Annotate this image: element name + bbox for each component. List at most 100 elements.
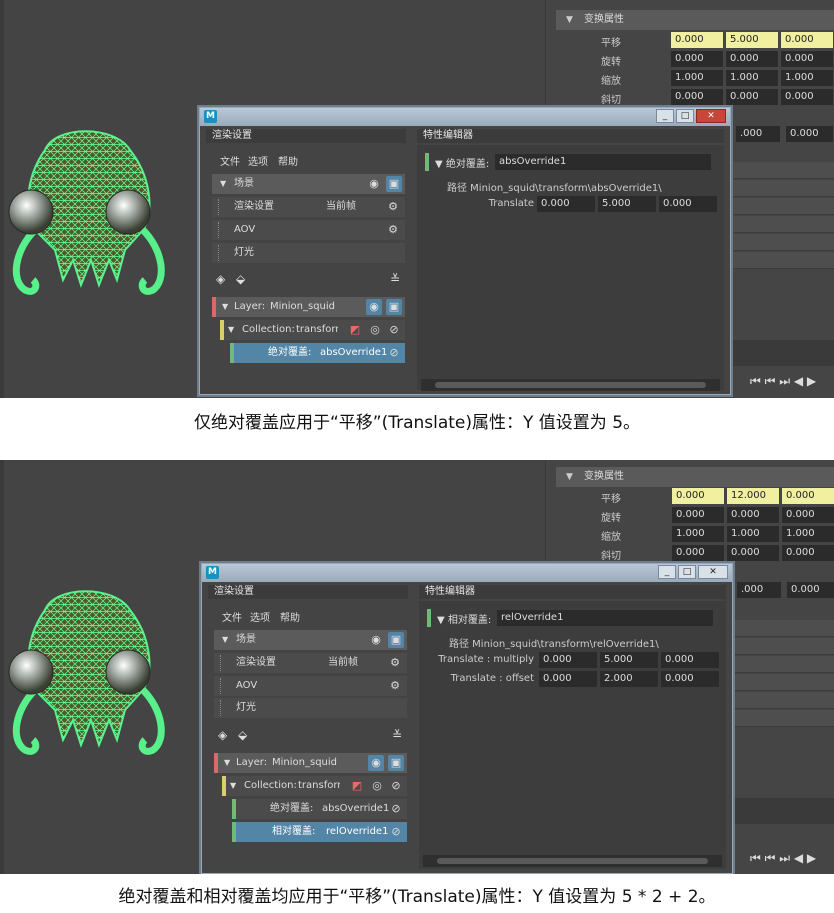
solo-icon[interactable]: ◎ bbox=[367, 322, 383, 338]
collection-row[interactable]: ▼ Collection: transform ◩ ◎ ⊘ bbox=[222, 776, 407, 796]
scale-y-field[interactable]: 1.000 bbox=[727, 526, 779, 542]
translate-y-field[interactable]: 5.000 bbox=[598, 196, 656, 212]
render-icon[interactable]: ▣ bbox=[388, 755, 404, 771]
menu-help[interactable]: 帮助 bbox=[278, 153, 298, 168]
translate-x-field[interactable]: 0.000 bbox=[671, 32, 723, 48]
shear-y-field[interactable]: 0.000 bbox=[726, 89, 778, 105]
eye-icon[interactable]: ◉ bbox=[366, 299, 382, 315]
scrollbar-thumb[interactable] bbox=[437, 858, 708, 864]
horizontal-scrollbar[interactable] bbox=[421, 379, 720, 391]
window-titlebar[interactable]: M _ □ ✕ bbox=[200, 108, 730, 126]
tab-property-editor[interactable]: 特性编辑器 bbox=[417, 129, 724, 143]
scene-row[interactable]: ▼ 场景 ◉ ▣ bbox=[214, 630, 407, 650]
eye-icon[interactable]: ◉ bbox=[368, 755, 384, 771]
offset-z-field[interactable]: 0.000 bbox=[661, 671, 719, 687]
gear-icon[interactable]: ⚙ bbox=[385, 199, 401, 215]
solo-icon[interactable]: ◎ bbox=[369, 778, 385, 794]
window-titlebar[interactable]: M _ □ ✕ bbox=[202, 564, 732, 582]
add-collection-icon[interactable]: ⬙ bbox=[238, 728, 247, 742]
menu-options[interactable]: 选项 bbox=[250, 609, 270, 624]
maximize-button[interactable]: □ bbox=[676, 109, 694, 123]
override-name-field[interactable]: relOverride1 bbox=[497, 610, 713, 626]
translate-x-field[interactable]: 0.000 bbox=[537, 196, 595, 212]
add-override-icon[interactable]: ◩ bbox=[349, 778, 365, 794]
gear-icon[interactable]: ⚙ bbox=[387, 655, 403, 671]
disable-icon[interactable]: ⊘ bbox=[386, 345, 402, 361]
render-icon[interactable]: ▣ bbox=[386, 176, 402, 192]
offset-y-field[interactable]: 2.000 bbox=[600, 671, 658, 687]
gear-icon[interactable]: ⚙ bbox=[385, 222, 401, 238]
aov-row[interactable]: AOV ⚙ bbox=[214, 676, 407, 696]
playback-icons[interactable]: ⏮ ⏮ ⏭ ◀ ▶ bbox=[750, 851, 816, 866]
translate-z-field[interactable]: 0.000 bbox=[781, 32, 833, 48]
rotate-x-field[interactable]: 0.000 bbox=[671, 51, 723, 67]
transform-attributes-header[interactable]: ▼ 变换属性 bbox=[556, 467, 834, 487]
tab-render-setup[interactable]: 渲染设置 bbox=[208, 585, 408, 599]
override-row[interactable]: 绝对覆盖: absOverride1 ⊘ bbox=[232, 799, 407, 819]
add-collection-icon[interactable]: ⬙ bbox=[236, 272, 245, 286]
rotate-y-field[interactable]: 0.000 bbox=[727, 507, 779, 523]
disable-icon[interactable]: ⊘ bbox=[388, 824, 404, 840]
scale-z-field[interactable]: 1.000 bbox=[782, 526, 834, 542]
minimize-button[interactable]: _ bbox=[656, 109, 674, 123]
override-row[interactable]: 绝对覆盖: absOverride1 ⊘ bbox=[230, 343, 405, 363]
render-icon[interactable]: ▣ bbox=[388, 632, 404, 648]
transform-attributes-header[interactable]: ▼ 变换属性 bbox=[556, 10, 834, 30]
disable-icon[interactable]: ⊘ bbox=[386, 322, 402, 338]
scale-z-field[interactable]: 1.000 bbox=[781, 70, 833, 86]
scale-x-field[interactable]: 1.000 bbox=[672, 526, 724, 542]
multiply-y-field[interactable]: 5.000 bbox=[600, 652, 658, 668]
shear-z-field[interactable]: 0.000 bbox=[782, 545, 834, 561]
maximize-button[interactable]: □ bbox=[678, 565, 696, 579]
scene-row[interactable]: ▼ 场景 ◉ ▣ bbox=[212, 174, 405, 194]
tab-render-setup[interactable]: 渲染设置 bbox=[206, 129, 406, 143]
gear-icon[interactable]: ⚙ bbox=[387, 678, 403, 694]
extra-field[interactable]: .000 bbox=[736, 126, 780, 142]
clear-icon[interactable]: ≚ bbox=[390, 272, 400, 286]
disable-icon[interactable]: ⊘ bbox=[388, 778, 404, 794]
shear-x-field[interactable]: 0.000 bbox=[671, 89, 723, 105]
eye-icon[interactable]: ◉ bbox=[366, 176, 382, 192]
layer-row[interactable]: ▼ Layer: Minion_squid ◉ ▣ bbox=[214, 753, 407, 773]
close-button[interactable]: ✕ bbox=[696, 109, 726, 123]
menu-file[interactable]: 文件 bbox=[222, 609, 242, 624]
render-settings-row[interactable]: 渲染设置 当前帧 ⚙ bbox=[214, 653, 407, 673]
horizontal-scrollbar[interactable] bbox=[423, 855, 722, 867]
collection-row[interactable]: ▼ Collection: transform ◩ ◎ ⊘ bbox=[220, 320, 405, 340]
translate-z-field[interactable]: 0.000 bbox=[659, 196, 717, 212]
offset-x-field[interactable]: 0.000 bbox=[539, 671, 597, 687]
translate-z-field[interactable]: 0.000 bbox=[782, 488, 834, 504]
scrollbar-thumb[interactable] bbox=[435, 382, 706, 388]
add-override-icon[interactable]: ◩ bbox=[347, 322, 363, 338]
layer-row[interactable]: ▼ Layer: Minion_squid ◉ ▣ bbox=[212, 297, 405, 317]
extra-field[interactable]: 0.000 bbox=[787, 582, 834, 598]
disable-icon[interactable]: ⊘ bbox=[388, 801, 404, 817]
rotate-z-field[interactable]: 0.000 bbox=[781, 51, 833, 67]
tab-property-editor[interactable]: 特性编辑器 bbox=[419, 585, 726, 599]
menu-file[interactable]: 文件 bbox=[220, 153, 240, 168]
override-row[interactable]: 相对覆盖: relOverride1 ⊘ bbox=[232, 822, 407, 842]
render-settings-row[interactable]: 渲染设置 当前帧 ⚙ bbox=[212, 197, 405, 217]
close-button[interactable]: ✕ bbox=[698, 565, 728, 579]
translate-y-field[interactable]: 12.000 bbox=[727, 488, 779, 504]
eye-icon[interactable]: ◉ bbox=[368, 632, 384, 648]
playback-icons[interactable]: ⏮ ⏮ ⏭ ◀ ▶ bbox=[750, 374, 816, 389]
add-layer-icon[interactable]: ◈ bbox=[216, 272, 225, 286]
rotate-x-field[interactable]: 0.000 bbox=[672, 507, 724, 523]
scale-x-field[interactable]: 1.000 bbox=[671, 70, 723, 86]
shear-y-field[interactable]: 0.000 bbox=[727, 545, 779, 561]
minimize-button[interactable]: _ bbox=[658, 565, 676, 579]
rotate-y-field[interactable]: 0.000 bbox=[726, 51, 778, 67]
rotate-z-field[interactable]: 0.000 bbox=[782, 507, 834, 523]
lights-row[interactable]: 灯光 bbox=[214, 698, 407, 718]
translate-y-field[interactable]: 5.000 bbox=[726, 32, 778, 48]
multiply-z-field[interactable]: 0.000 bbox=[661, 652, 719, 668]
multiply-x-field[interactable]: 0.000 bbox=[539, 652, 597, 668]
menu-help[interactable]: 帮助 bbox=[280, 609, 300, 624]
shear-x-field[interactable]: 0.000 bbox=[672, 545, 724, 561]
render-icon[interactable]: ▣ bbox=[386, 299, 402, 315]
extra-field[interactable]: .000 bbox=[737, 582, 781, 598]
add-layer-icon[interactable]: ◈ bbox=[218, 728, 227, 742]
scale-y-field[interactable]: 1.000 bbox=[726, 70, 778, 86]
override-name-field[interactable]: absOverride1 bbox=[495, 154, 711, 170]
